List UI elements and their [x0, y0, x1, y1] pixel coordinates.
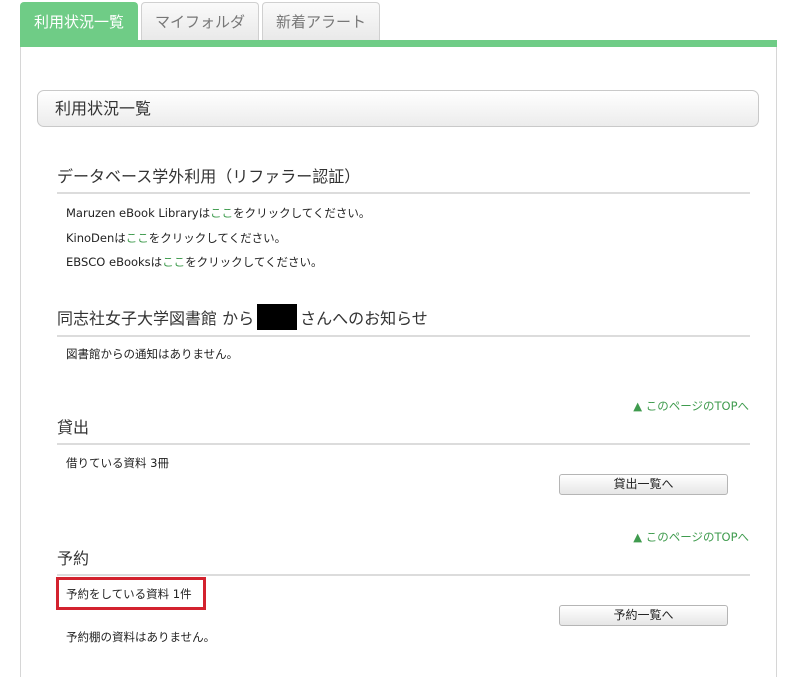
- loan-summary: 借りている資料 3冊: [66, 456, 169, 470]
- db-item-maruzen: Maruzen eBook Libraryはここをクリックしてください。: [66, 205, 370, 221]
- db-item-instruction: をクリックしてください。: [233, 206, 371, 220]
- tab-bar: 利用状況一覧 マイフォルダ 新着アラート: [20, 2, 383, 40]
- reserve-list-button[interactable]: 予約一覧へ: [559, 605, 728, 626]
- db-item-label: EBSCO eBooksは: [66, 255, 163, 269]
- tab-underline: [20, 40, 777, 47]
- to-top-link-reserve[interactable]: ▲ このページのTOPへ: [633, 529, 749, 545]
- section-heading-database: データベース学外利用（リファラー認証）: [57, 163, 750, 194]
- db-link-kinoden[interactable]: ここ: [126, 231, 149, 245]
- section-heading-notices: 同志社女子大学図書館 から さんへのお知らせ: [57, 303, 750, 337]
- db-item-instruction: をクリックしてください。: [185, 255, 323, 269]
- db-item-label: Maruzen eBook Libraryは: [66, 206, 211, 220]
- notice-heading-library: 同志社女子大学図書館 から: [57, 309, 255, 328]
- db-item-kinoden: KinoDenはここをクリックしてください。: [66, 230, 286, 246]
- notice-heading-suffix: さんへのお知らせ: [300, 309, 428, 328]
- loan-list-button[interactable]: 貸出一覧へ: [559, 474, 728, 495]
- db-link-maruzen[interactable]: ここ: [210, 206, 233, 220]
- tab-new-alerts[interactable]: 新着アラート: [262, 2, 381, 40]
- section-heading-loan: 貸出: [57, 414, 750, 445]
- db-link-ebsco[interactable]: ここ: [162, 255, 185, 269]
- db-item-ebsco: EBSCO eBooksはここをクリックしてください。: [66, 254, 323, 270]
- reserve-shelf-message: 予約棚の資料はありません。: [66, 630, 216, 644]
- reserve-summary: 予約をしている資料 1件: [66, 587, 192, 601]
- tab-usage-status[interactable]: 利用状況一覧: [20, 2, 139, 40]
- db-item-instruction: をクリックしてください。: [148, 231, 287, 245]
- db-item-label: KinoDenは: [66, 231, 126, 245]
- tab-my-folder[interactable]: マイフォルダ: [141, 2, 260, 40]
- page-title: 利用状況一覧: [37, 90, 759, 127]
- notice-message: 図書館からの通知はありません。: [66, 347, 239, 361]
- section-heading-reserve: 予約: [57, 545, 750, 576]
- redacted-username: [257, 303, 298, 330]
- to-top-link-loan[interactable]: ▲ このページのTOPへ: [633, 398, 749, 414]
